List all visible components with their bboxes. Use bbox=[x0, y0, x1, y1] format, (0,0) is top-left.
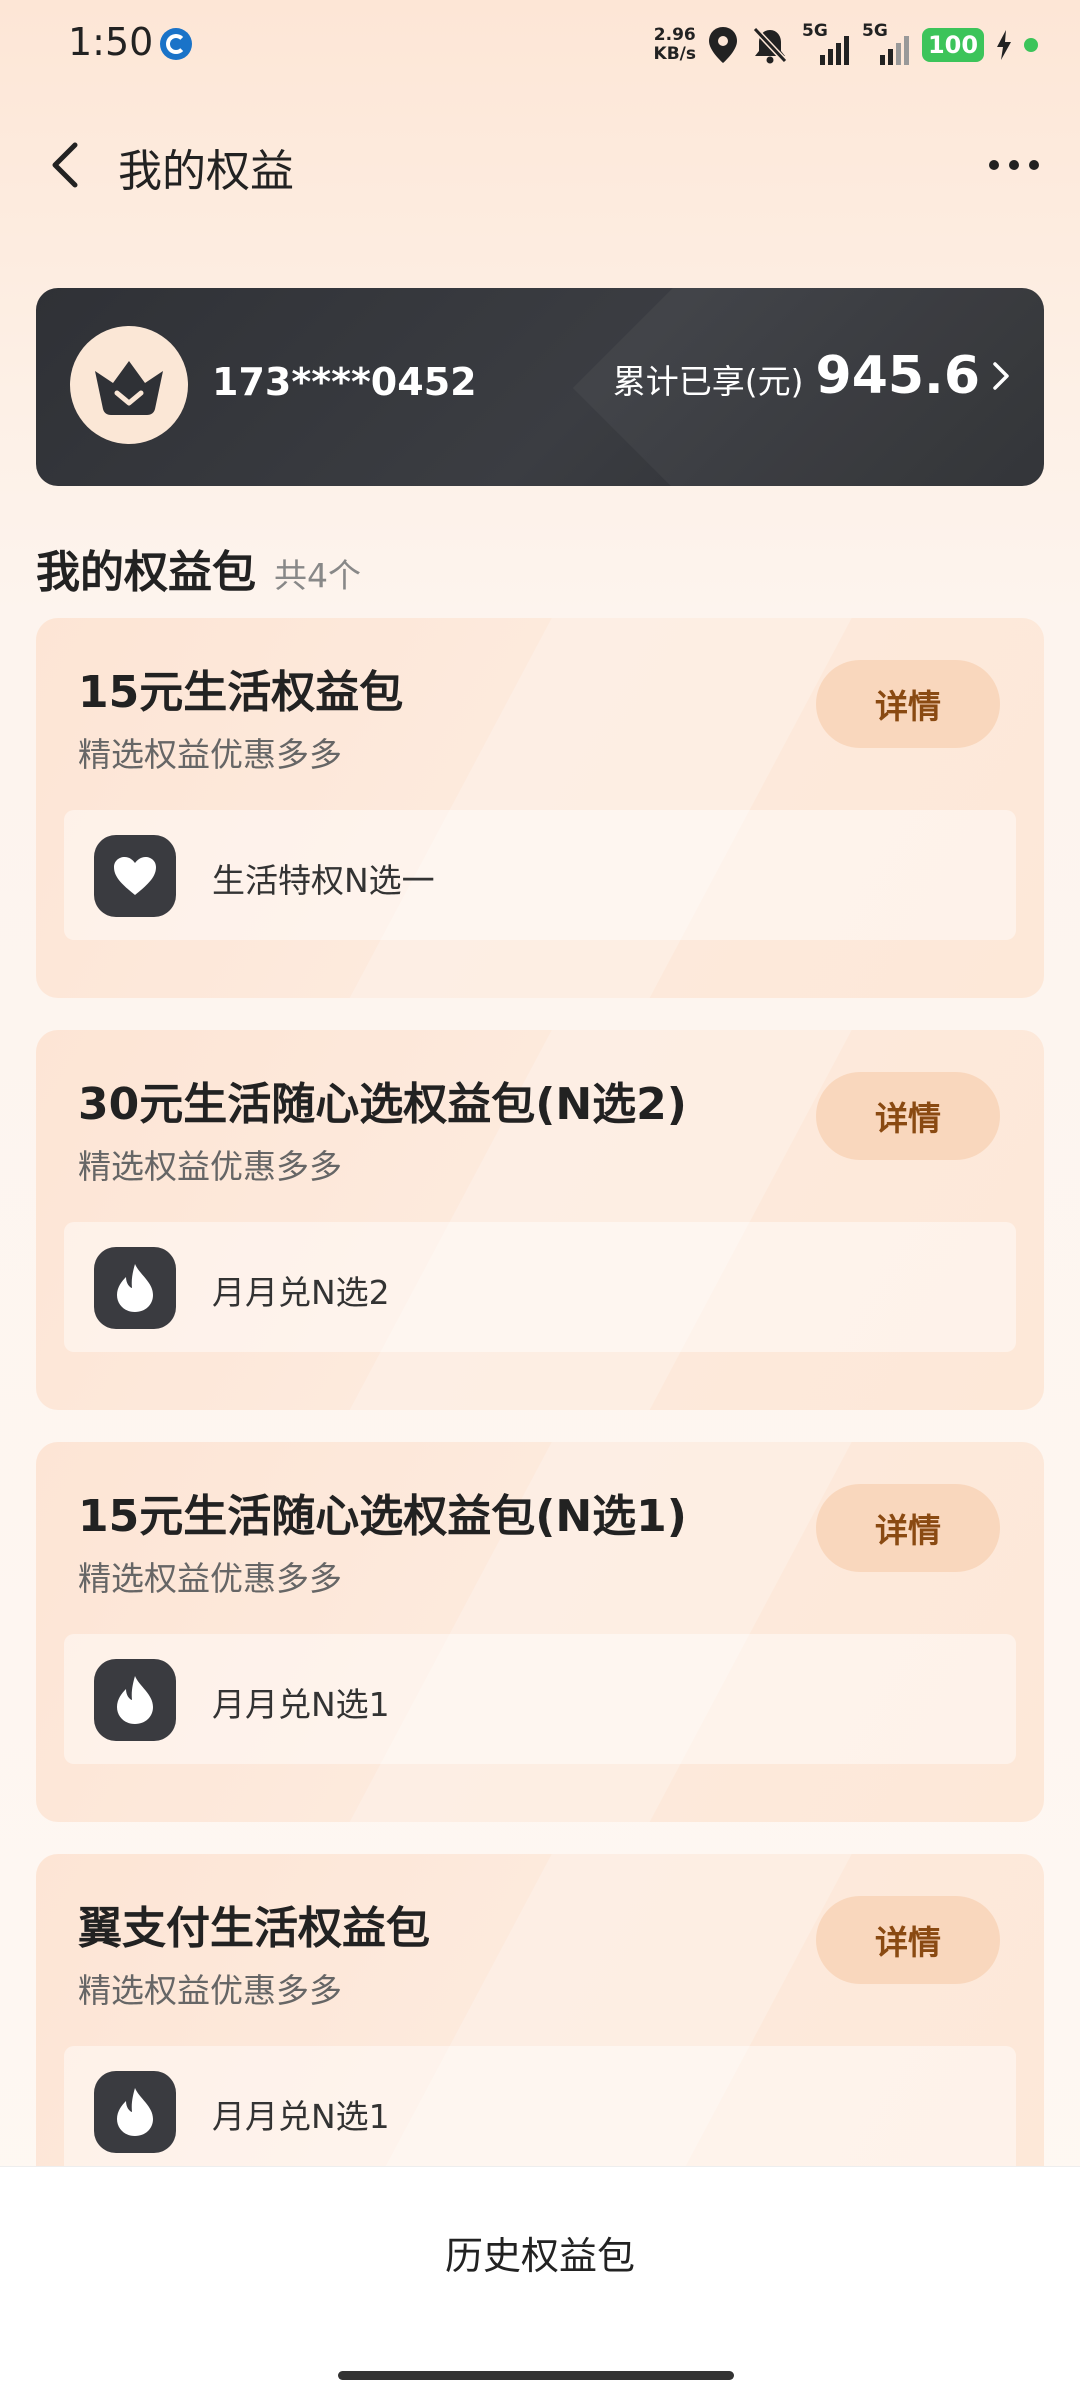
history-packages-button[interactable]: 历史权益包 bbox=[0, 2225, 1080, 2280]
header: 我的权益 bbox=[0, 110, 1080, 220]
battery-indicator: 100 bbox=[922, 28, 984, 62]
signal-5g-1: 5G bbox=[802, 21, 850, 65]
section-header: 我的权益包 共4个 bbox=[36, 536, 361, 600]
total-savings[interactable]: 累计已享(元) 945.6 bbox=[613, 346, 1010, 406]
package-title: 15元生活随心选权益包(N选1) bbox=[78, 1491, 687, 1542]
package-title: 翼支付生活权益包 bbox=[78, 1903, 430, 1954]
status-icons: 2.96 KB/s 5G 5G 100 bbox=[653, 21, 1038, 68]
avatar bbox=[70, 326, 188, 444]
flame-icon bbox=[94, 1659, 176, 1741]
package-subtitle: 精选权益优惠多多 bbox=[78, 1559, 342, 1598]
total-value: 945.6 bbox=[815, 346, 980, 406]
benefit-label: 月月兑N选1 bbox=[212, 2097, 390, 2136]
bottom-bar: 历史权益包 bbox=[0, 2166, 1080, 2400]
status-time: 1:50 bbox=[68, 20, 154, 64]
more-dots-icon bbox=[989, 160, 999, 170]
package-subtitle: 精选权益优惠多多 bbox=[78, 1971, 342, 2010]
back-button[interactable] bbox=[30, 130, 100, 200]
heart-icon bbox=[94, 835, 176, 917]
status-bar: 1:50 2.96 KB/s 5G 5G 100 bbox=[0, 0, 1080, 90]
package-card: 15元生活权益包 精选权益优惠多多 详情 生活特权N选一 bbox=[36, 618, 1044, 998]
detail-button[interactable]: 详情 bbox=[816, 1484, 1000, 1572]
flame-icon bbox=[94, 2071, 176, 2153]
app-notification-icon bbox=[160, 28, 192, 60]
signal-icon bbox=[880, 36, 909, 65]
benefit-item[interactable]: 月月兑N选1 bbox=[64, 1634, 1016, 1764]
flame-icon bbox=[94, 1247, 176, 1329]
benefit-item[interactable]: 月月兑N选2 bbox=[64, 1222, 1016, 1352]
mute-bell-icon bbox=[752, 26, 788, 64]
benefit-label: 生活特权N选一 bbox=[212, 861, 435, 900]
package-card: 30元生活随心选权益包(N选2) 精选权益优惠多多 详情 月月兑N选2 bbox=[36, 1030, 1044, 1410]
package-subtitle: 精选权益优惠多多 bbox=[78, 1147, 342, 1186]
status-dot bbox=[1024, 38, 1038, 52]
signal-5g-2: 5G bbox=[862, 21, 910, 65]
charging-icon bbox=[997, 30, 1011, 60]
more-button[interactable] bbox=[974, 135, 1054, 195]
package-title: 30元生活随心选权益包(N选2) bbox=[78, 1079, 687, 1130]
detail-button[interactable]: 详情 bbox=[816, 660, 1000, 748]
home-indicator[interactable] bbox=[338, 2371, 734, 2380]
network-speed: 2.96 KB/s bbox=[653, 25, 696, 64]
phone-number: 173****0452 bbox=[212, 360, 477, 404]
package-subtitle: 精选权益优惠多多 bbox=[78, 735, 342, 774]
detail-button[interactable]: 详情 bbox=[816, 1072, 1000, 1160]
section-count: 共4个 bbox=[274, 556, 361, 595]
benefit-item[interactable]: 生活特权N选一 bbox=[64, 810, 1016, 940]
benefit-item[interactable]: 月月兑N选1 bbox=[64, 2046, 1016, 2176]
crown-basket-icon bbox=[95, 361, 163, 415]
detail-button[interactable]: 详情 bbox=[816, 1896, 1000, 1984]
signal-icon bbox=[820, 36, 849, 65]
package-card: 15元生活随心选权益包(N选1) 精选权益优惠多多 详情 月月兑N选1 bbox=[36, 1442, 1044, 1822]
chevron-left-icon bbox=[52, 142, 78, 188]
section-title: 我的权益包 bbox=[36, 547, 256, 598]
member-card[interactable]: 173****0452 累计已享(元) 945.6 bbox=[36, 288, 1044, 486]
benefit-label: 月月兑N选1 bbox=[212, 1685, 390, 1724]
location-icon bbox=[709, 27, 737, 63]
package-title: 15元生活权益包 bbox=[78, 667, 404, 718]
chevron-right-icon bbox=[993, 362, 1009, 390]
benefit-label: 月月兑N选2 bbox=[212, 1273, 390, 1312]
page-title: 我的权益 bbox=[118, 146, 294, 197]
total-label: 累计已享(元) bbox=[612, 362, 804, 401]
